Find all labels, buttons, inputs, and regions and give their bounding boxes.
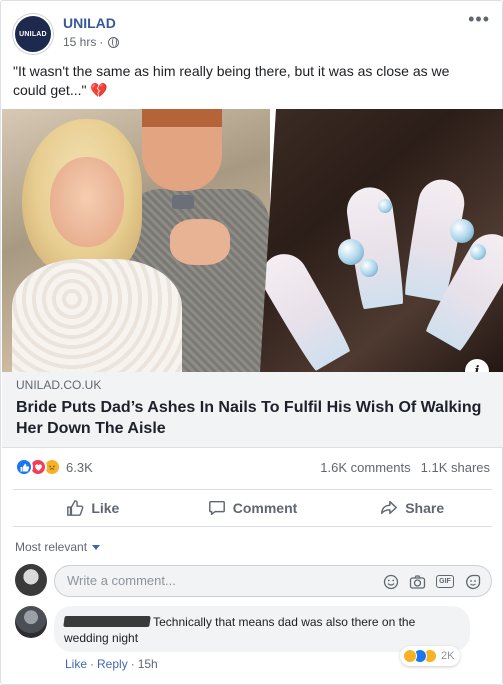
bride-face <box>50 157 124 247</box>
like-reaction-icon <box>15 458 33 476</box>
comment-label: Comment <box>232 500 298 516</box>
comment-bubble: Technically that means dad was also ther… <box>54 606 470 652</box>
commenter-avatar[interactable] <box>15 606 47 638</box>
comment-reactions[interactable]: 2K <box>400 646 461 666</box>
comment-time[interactable]: 15h <box>138 657 158 671</box>
gem-2 <box>360 259 378 277</box>
groom-head <box>142 109 222 191</box>
dot-separator: · <box>130 657 135 671</box>
gem-1 <box>338 239 364 265</box>
comment-reaction-count: 2K <box>441 650 455 662</box>
comment-icon <box>208 500 225 516</box>
post-card: UNILAD UNILAD 15 hrs · ••• "It wasn't th… <box>0 0 503 685</box>
comment-reply-link[interactable]: Reply <box>97 657 128 671</box>
thumbs-up-icon <box>67 500 84 516</box>
groom-bow-tie <box>172 195 194 209</box>
link-preview[interactable]: UNILAD.CO.UK Bride Puts Dad’s Ashes In N… <box>2 372 503 448</box>
bride-groom-photo <box>2 109 270 372</box>
chevron-down-icon <box>92 544 101 550</box>
post-image[interactable] <box>2 109 503 372</box>
gif-icon[interactable]: GIF <box>436 575 454 588</box>
gem-5 <box>378 199 392 213</box>
comment-input[interactable] <box>67 573 357 588</box>
gem-4 <box>470 244 486 260</box>
bride-dress <box>12 259 182 372</box>
more-options-icon[interactable]: ••• <box>468 9 490 30</box>
page-name-link[interactable]: UNILAD <box>63 15 116 31</box>
post-timestamp[interactable]: 15 hrs <box>63 35 96 49</box>
share-label: Share <box>405 500 445 516</box>
comments-count[interactable]: 1.6K comments <box>320 460 410 475</box>
comment-sort-dropdown[interactable]: Most relevant <box>15 540 101 554</box>
like-button[interactable]: Like <box>13 490 173 526</box>
emoji-icon[interactable] <box>382 573 399 590</box>
comment-button[interactable]: Comment <box>173 490 333 526</box>
page-avatar-text: UNILAD <box>19 30 47 38</box>
composer-icons: GIF <box>382 573 481 590</box>
reactions-summary[interactable]: 6.3K <box>15 458 93 476</box>
gem-3 <box>450 219 474 243</box>
post-meta: 15 hrs · <box>63 35 120 49</box>
camera-icon[interactable] <box>409 573 426 590</box>
reaction-count: 6.3K <box>66 459 93 475</box>
link-domain: UNILAD.CO.UK <box>16 378 102 392</box>
haha-reaction-icon <box>403 649 417 663</box>
broken-heart-emoji: 💔 <box>90 82 108 98</box>
comment-composer[interactable]: GIF <box>54 565 492 597</box>
post-caption: "It wasn't the same as him really being … <box>13 62 483 100</box>
action-bar: Like Comment Share <box>13 489 492 527</box>
meta-separator: · <box>99 35 104 49</box>
share-button[interactable]: Share <box>332 490 492 526</box>
sort-label: Most relevant <box>15 540 88 554</box>
globe-icon <box>108 36 120 48</box>
link-title[interactable]: Bride Puts Dad’s Ashes In Nails To Fulfi… <box>16 397 492 439</box>
current-user-avatar[interactable] <box>15 564 47 596</box>
groom-hand <box>170 219 230 265</box>
redacted-commenter-name <box>63 616 151 627</box>
nails-photo <box>260 109 503 372</box>
like-label: Like <box>91 500 120 516</box>
caption-text: "It wasn't the same as him really being … <box>13 63 450 98</box>
share-icon <box>381 500 398 515</box>
shares-count[interactable]: 1.1K shares <box>421 460 490 475</box>
sticker-icon[interactable] <box>464 573 481 590</box>
comment-like-link[interactable]: Like <box>65 657 87 671</box>
dot-separator: · <box>90 657 95 671</box>
nail-3 <box>260 245 353 372</box>
comment-actions: Like · Reply · 15h <box>65 657 158 671</box>
engagement-counts: 1.6K comments 1.1K shares <box>320 460 490 475</box>
page-avatar[interactable]: UNILAD <box>13 14 53 54</box>
